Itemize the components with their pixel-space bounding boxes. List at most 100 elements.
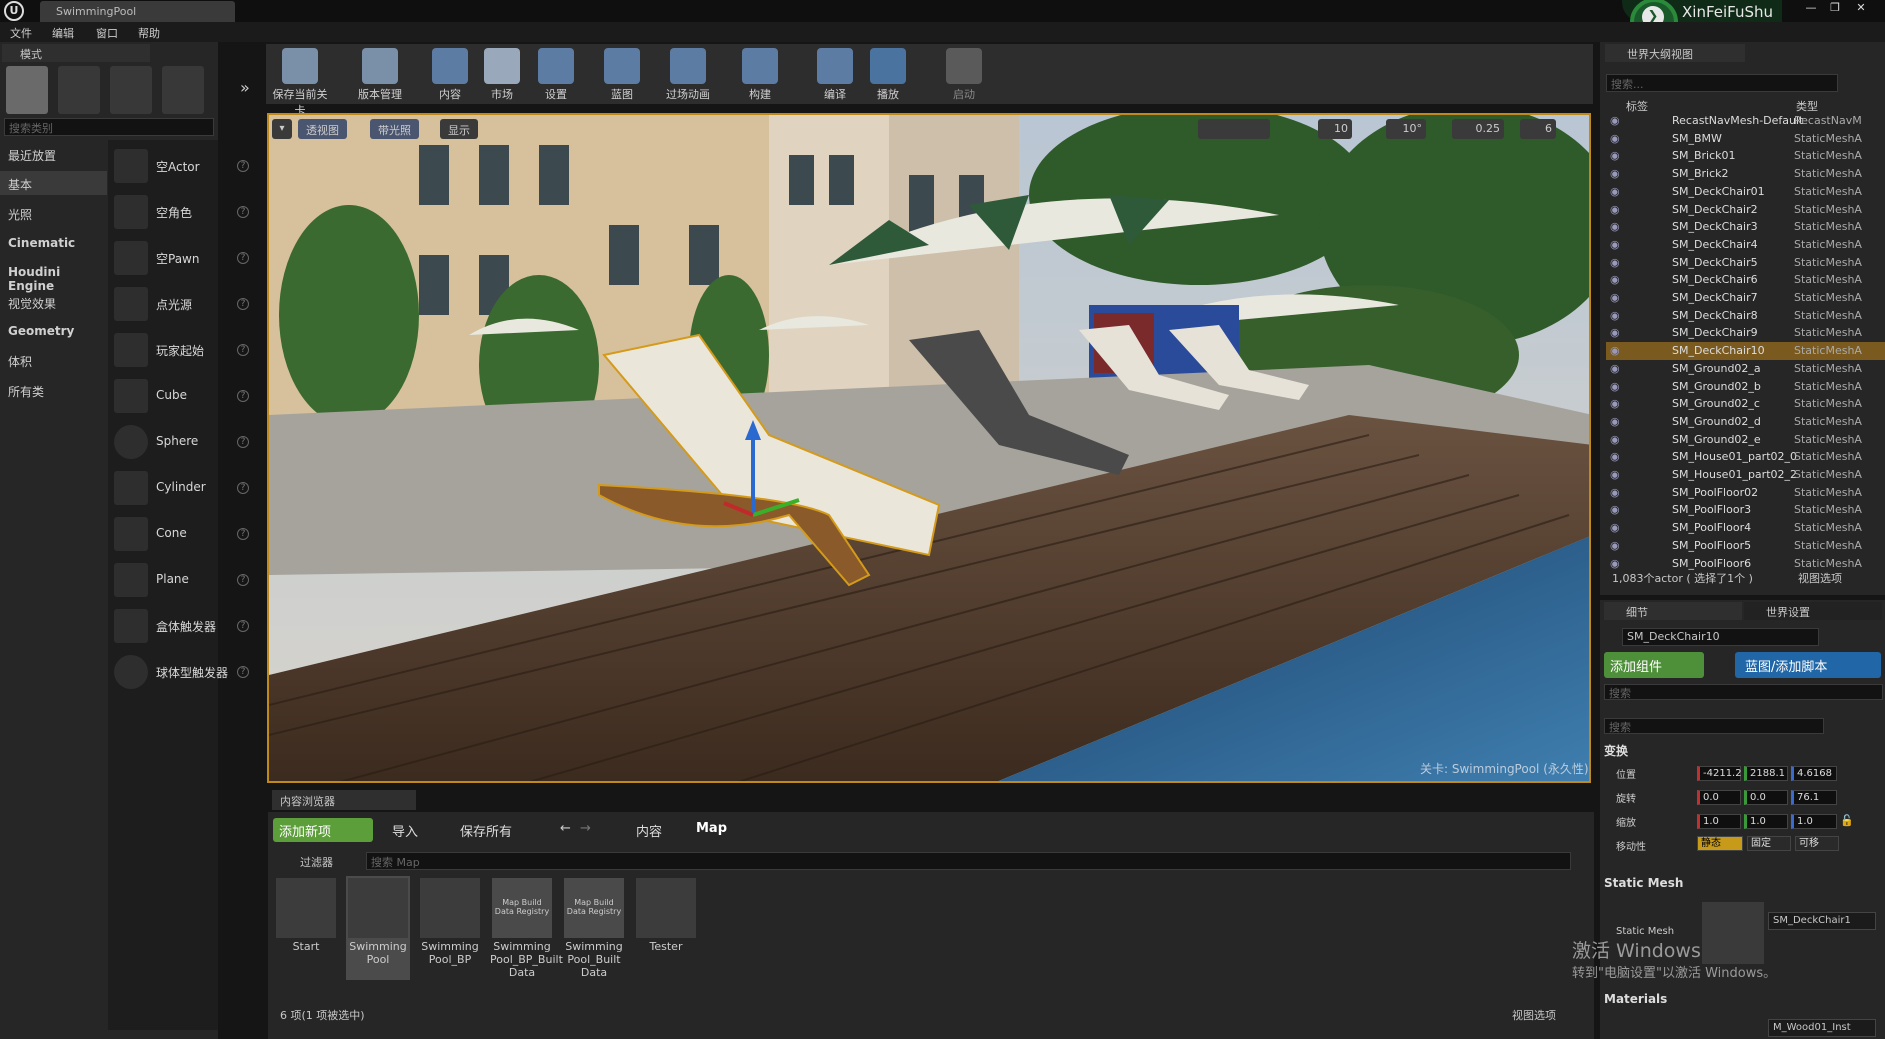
visibility-eye-icon[interactable]: ◉ xyxy=(1610,254,1620,271)
visibility-eye-icon[interactable]: ◉ xyxy=(1610,218,1620,235)
scale-y-field[interactable]: 1.0 xyxy=(1744,814,1788,829)
visibility-eye-icon[interactable]: ◉ xyxy=(1610,236,1620,253)
place-item-label[interactable]: Sphere xyxy=(156,434,198,448)
place-item-label[interactable]: Plane xyxy=(156,572,189,586)
outliner-row[interactable]: ◉ SM_House01_part02_0 StaticMeshA xyxy=(1606,448,1885,466)
location-x-field[interactable]: -4211.2 xyxy=(1697,766,1742,781)
outliner-row[interactable]: ◉ SM_Ground02_b StaticMeshA xyxy=(1606,378,1885,396)
history-back-icon[interactable]: ← xyxy=(560,821,571,836)
visibility-eye-icon[interactable]: ◉ xyxy=(1610,112,1620,129)
build-button[interactable]: 构建 xyxy=(730,44,790,104)
place-item-label[interactable]: Cylinder xyxy=(156,480,206,494)
world-settings-tab[interactable]: 世界设置 xyxy=(1744,602,1882,620)
help-icon[interactable]: ? xyxy=(237,482,249,494)
menu-help[interactable]: 帮助 xyxy=(138,25,160,41)
outliner-view-options-button[interactable]: 视图选项 xyxy=(1798,570,1842,586)
visibility-eye-icon[interactable]: ◉ xyxy=(1610,378,1620,395)
show-button[interactable]: 显示 xyxy=(440,119,478,139)
help-icon[interactable]: ? xyxy=(237,620,249,632)
visibility-eye-icon[interactable]: ◉ xyxy=(1610,307,1620,324)
transform-section[interactable]: 变换 xyxy=(1604,742,1628,759)
static-mesh-section[interactable]: Static Mesh xyxy=(1604,876,1683,890)
path-leaf[interactable]: Map xyxy=(696,821,727,836)
scale-x-field[interactable]: 1.0 xyxy=(1697,814,1741,829)
transform-mode-icons[interactable] xyxy=(1198,119,1270,139)
visibility-eye-icon[interactable]: ◉ xyxy=(1610,201,1620,218)
outliner-row[interactable]: ◉ SM_DeckChair5 StaticMeshA xyxy=(1606,254,1885,272)
place-item-label[interactable]: 玩家起始 xyxy=(156,342,204,359)
source-control-button[interactable]: 版本管理 xyxy=(350,44,410,104)
camera-speed-value[interactable]: 6 xyxy=(1520,119,1556,139)
category-houdini[interactable]: Houdini Engine xyxy=(0,260,107,293)
outliner-row[interactable]: ◉ SM_DeckChair7 StaticMeshA xyxy=(1606,289,1885,307)
document-tab[interactable]: SwimmingPool xyxy=(40,1,235,22)
place-item-label[interactable]: 空角色 xyxy=(156,204,192,221)
asset-search-input[interactable]: 搜索 Map xyxy=(366,852,1571,870)
help-icon[interactable]: ? xyxy=(237,528,249,540)
perspective-button[interactable]: 透视图 xyxy=(298,119,347,139)
place-mode-icon[interactable] xyxy=(6,66,48,114)
asset-tile[interactable]: Start xyxy=(274,876,338,980)
filters-button[interactable]: 过滤器 xyxy=(300,854,333,870)
place-item-label[interactable]: 球体型触发器 xyxy=(156,664,228,681)
help-icon[interactable]: ? xyxy=(237,298,249,310)
outliner-row[interactable]: ◉ SM_Brick01 StaticMeshA xyxy=(1606,147,1885,165)
location-y-field[interactable]: 2188.1 xyxy=(1744,766,1788,781)
details-search-input[interactable]: 搜索 xyxy=(1604,718,1824,734)
outliner-row[interactable]: ◉ SM_PoolFloor5 StaticMeshA xyxy=(1606,537,1885,555)
modes-tab[interactable]: 模式 xyxy=(2,44,150,62)
category-visual-effects[interactable]: 视觉效果 xyxy=(0,290,107,314)
help-icon[interactable]: ? xyxy=(237,344,249,356)
category-cinematic[interactable]: Cinematic xyxy=(0,231,107,255)
visibility-eye-icon[interactable]: ◉ xyxy=(1610,360,1620,377)
static-mesh-dropdown[interactable]: SM_DeckChair1 xyxy=(1768,912,1876,930)
save-level-button[interactable]: 保存当前关卡 xyxy=(270,44,330,117)
rotation-x-field[interactable]: 0.0 xyxy=(1697,790,1741,805)
asset-tile[interactable]: Map Build Data Registry Swimming Pool_Bui… xyxy=(562,876,626,980)
cinematics-button[interactable]: 过场动画 xyxy=(658,44,718,104)
lit-mode-button[interactable]: 带光照 xyxy=(370,119,419,139)
outliner-row[interactable]: ◉ SM_DeckChair3 StaticMeshA xyxy=(1606,218,1885,236)
menu-file[interactable]: 文件 xyxy=(10,25,32,41)
marketplace-button[interactable]: 市场 xyxy=(472,44,532,104)
lock-icon[interactable]: 🔓 xyxy=(1840,814,1854,827)
place-item-label[interactable]: 空Actor xyxy=(156,158,200,175)
rotation-snap-value[interactable]: 10° xyxy=(1386,119,1426,139)
outliner-search-input[interactable]: 搜索... xyxy=(1606,74,1838,92)
outliner-row[interactable]: ◉ SM_PoolFloor4 StaticMeshA xyxy=(1606,519,1885,537)
mobility-movable-button[interactable]: 可移 xyxy=(1795,836,1839,851)
details-tab[interactable]: 细节 xyxy=(1604,602,1742,620)
scale-snap-value[interactable]: 0.25 xyxy=(1452,119,1504,139)
expand-chevron-icon[interactable]: » xyxy=(240,78,250,97)
viewport-options-icon[interactable]: ▾ xyxy=(272,119,292,139)
outliner-row[interactable]: ◉ SM_DeckChair10 StaticMeshA xyxy=(1606,342,1885,360)
grid-snap-value[interactable]: 10 xyxy=(1318,119,1352,139)
paint-mode-icon[interactable] xyxy=(58,66,100,114)
outliner-row[interactable]: ◉ SM_Ground02_c StaticMeshA xyxy=(1606,395,1885,413)
foliage-mode-icon[interactable] xyxy=(162,66,204,114)
menu-edit[interactable]: 编辑 xyxy=(52,25,74,41)
material-dropdown[interactable]: M_Wood01_Inst xyxy=(1768,1019,1876,1037)
static-mesh-thumbnail[interactable] xyxy=(1702,902,1764,964)
place-item-label[interactable]: 空Pawn xyxy=(156,250,199,267)
location-z-field[interactable]: 4.6168 xyxy=(1791,766,1837,781)
content-browser-tab[interactable]: 内容浏览器 xyxy=(272,790,416,810)
save-all-button[interactable]: 保存所有 xyxy=(460,821,512,840)
maximize-icon[interactable]: ❐ xyxy=(1824,1,1846,15)
category-basic[interactable]: 基本 xyxy=(0,171,107,195)
visibility-eye-icon[interactable]: ◉ xyxy=(1610,289,1620,306)
outliner-row[interactable]: ◉ SM_DeckChair6 StaticMeshA xyxy=(1606,271,1885,289)
asset-tile[interactable]: Swimming Pool_BP xyxy=(418,876,482,980)
visibility-eye-icon[interactable]: ◉ xyxy=(1610,448,1620,465)
compile-button[interactable]: 编译 xyxy=(805,44,865,104)
help-icon[interactable]: ? xyxy=(237,206,249,218)
world-outliner-tab[interactable]: 世界大纲视图 xyxy=(1605,44,1745,62)
play-button[interactable]: 播放 xyxy=(858,44,918,104)
visibility-eye-icon[interactable]: ◉ xyxy=(1610,484,1620,501)
outliner-row[interactable]: ◉ SM_PoolFloor3 StaticMeshA xyxy=(1606,501,1885,519)
asset-tile[interactable]: Map Build Data Registry Swimming Pool_BP_… xyxy=(490,876,563,980)
visibility-eye-icon[interactable]: ◉ xyxy=(1610,324,1620,341)
mobility-stationary-button[interactable]: 固定 xyxy=(1747,836,1791,851)
path-root[interactable]: 内容 xyxy=(636,821,662,840)
visibility-eye-icon[interactable]: ◉ xyxy=(1610,183,1620,200)
